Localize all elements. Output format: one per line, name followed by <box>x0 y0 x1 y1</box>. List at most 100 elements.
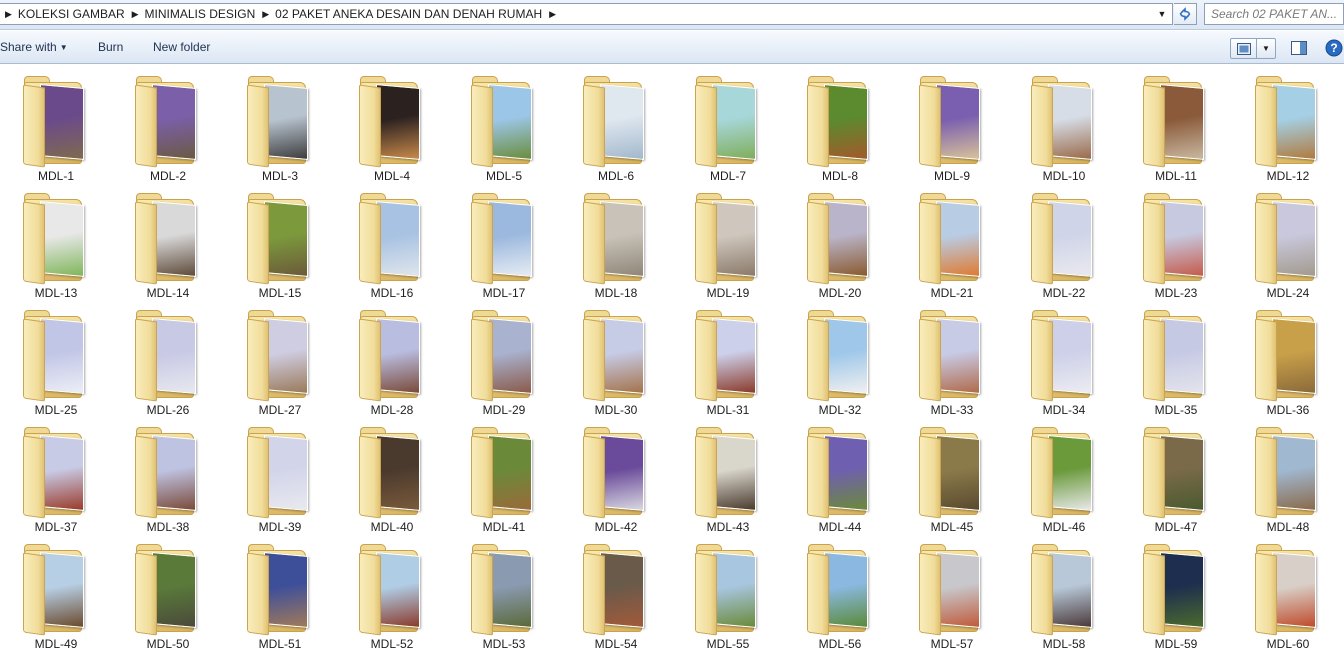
folder-name: MDL-4 <box>373 169 410 183</box>
folder-icon <box>692 74 764 168</box>
folder-item[interactable]: MDL-23 <box>1120 185 1232 302</box>
folder-item[interactable]: MDL-59 <box>1120 536 1232 653</box>
share-with-label: Share with <box>0 40 57 54</box>
folder-item[interactable]: MDL-9 <box>896 68 1008 185</box>
folder-thumbnail <box>824 201 868 277</box>
folder-icon <box>804 74 876 168</box>
folder-item[interactable]: MDL-58 <box>1008 536 1120 653</box>
folder-item[interactable]: MDL-43 <box>672 419 784 536</box>
folder-item[interactable]: MDL-2 <box>112 68 224 185</box>
folder-item[interactable]: MDL-38 <box>112 419 224 536</box>
folder-item[interactable]: MDL-37 <box>0 419 112 536</box>
folder-item[interactable]: MDL-26 <box>112 302 224 419</box>
folder-item[interactable]: MDL-17 <box>448 185 560 302</box>
folder-name: MDL-18 <box>594 286 638 300</box>
folder-item[interactable]: MDL-49 <box>0 536 112 653</box>
breadcrumb-separator-icon[interactable]: ▶ <box>256 9 274 20</box>
folder-item[interactable]: MDL-54 <box>560 536 672 653</box>
folder-thumbnail <box>600 435 644 511</box>
folder-item[interactable]: MDL-10 <box>1008 68 1120 185</box>
folder-item[interactable]: MDL-3 <box>224 68 336 185</box>
new-folder-button[interactable]: New folder <box>153 40 210 54</box>
preview-pane-button[interactable] <box>1290 40 1308 56</box>
chevron-down-icon[interactable]: ▼ <box>1257 44 1275 53</box>
folder-item[interactable]: MDL-15 <box>224 185 336 302</box>
breadcrumb-item-minimalis-design[interactable]: MINIMALIS DESIGN <box>144 7 257 21</box>
folder-thumbnail <box>264 318 308 394</box>
folder-item[interactable]: MDL-42 <box>560 419 672 536</box>
breadcrumb-separator-icon[interactable]: ▶ <box>543 9 561 20</box>
folder-icon <box>804 308 876 402</box>
folder-item[interactable]: MDL-39 <box>224 419 336 536</box>
breadcrumb-item-koleksi-gambar[interactable]: KOLEKSI GAMBAR <box>17 7 126 21</box>
folder-item[interactable]: MDL-41 <box>448 419 560 536</box>
breadcrumb-item-current-folder[interactable]: 02 PAKET ANEKA DESAIN DAN DENAH RUMAH <box>274 7 543 21</box>
folder-item[interactable]: MDL-11 <box>1120 68 1232 185</box>
breadcrumb-separator-icon[interactable]: ▶ <box>126 9 144 20</box>
folder-thumbnail <box>824 552 868 628</box>
folder-item[interactable]: MDL-20 <box>784 185 896 302</box>
folder-item[interactable]: MDL-1 <box>0 68 112 185</box>
folder-item[interactable]: MDL-29 <box>448 302 560 419</box>
folder-item[interactable]: MDL-27 <box>224 302 336 419</box>
folder-item[interactable]: MDL-5 <box>448 68 560 185</box>
folder-item[interactable]: MDL-55 <box>672 536 784 653</box>
folder-item[interactable]: MDL-18 <box>560 185 672 302</box>
folder-item[interactable]: MDL-32 <box>784 302 896 419</box>
folder-item[interactable]: MDL-31 <box>672 302 784 419</box>
folder-item[interactable]: MDL-12 <box>1232 68 1344 185</box>
folder-name: MDL-8 <box>821 169 858 183</box>
folder-item[interactable]: MDL-30 <box>560 302 672 419</box>
folder-item[interactable]: MDL-57 <box>896 536 1008 653</box>
folder-view[interactable]: MDL-1 MDL-2 MDL-3 MDL-4 MDL-5 MDL-6 MDL-7 MDL-8… <box>0 65 1344 666</box>
change-view-icon[interactable] <box>1231 39 1257 58</box>
folder-item[interactable]: MDL-6 <box>560 68 672 185</box>
share-with-button[interactable]: Share with ▼ <box>0 40 68 54</box>
folder-icon <box>244 191 316 285</box>
folder-item[interactable]: MDL-53 <box>448 536 560 653</box>
folder-thumbnail <box>40 318 84 394</box>
folder-item[interactable]: MDL-28 <box>336 302 448 419</box>
folder-item[interactable]: MDL-22 <box>1008 185 1120 302</box>
folder-item[interactable]: MDL-36 <box>1232 302 1344 419</box>
folder-item[interactable]: MDL-48 <box>1232 419 1344 536</box>
folder-item[interactable]: MDL-21 <box>896 185 1008 302</box>
folder-item[interactable]: MDL-52 <box>336 536 448 653</box>
folder-item[interactable]: MDL-44 <box>784 419 896 536</box>
breadcrumb[interactable]: ▶ KOLEKSI GAMBAR ▶ MINIMALIS DESIGN ▶ 02… <box>0 3 1173 25</box>
folder-item[interactable]: MDL-47 <box>1120 419 1232 536</box>
folder-item[interactable]: MDL-51 <box>224 536 336 653</box>
folder-item[interactable]: MDL-4 <box>336 68 448 185</box>
folder-item[interactable]: MDL-60 <box>1232 536 1344 653</box>
folder-item[interactable]: MDL-19 <box>672 185 784 302</box>
folder-item[interactable]: MDL-34 <box>1008 302 1120 419</box>
search-input[interactable]: Search 02 PAKET AN... <box>1204 3 1344 25</box>
refresh-button[interactable] <box>1174 3 1197 25</box>
folder-item[interactable]: MDL-46 <box>1008 419 1120 536</box>
folder-item[interactable]: MDL-56 <box>784 536 896 653</box>
folder-item[interactable]: MDL-45 <box>896 419 1008 536</box>
change-view-button[interactable]: ▼ <box>1230 38 1276 59</box>
folder-item[interactable]: MDL-25 <box>0 302 112 419</box>
folder-item[interactable]: MDL-16 <box>336 185 448 302</box>
folder-name: MDL-56 <box>818 637 862 651</box>
folder-thumbnail <box>712 435 756 511</box>
folder-item[interactable]: MDL-33 <box>896 302 1008 419</box>
folder-name: MDL-44 <box>818 520 862 534</box>
folder-icon <box>1140 308 1212 402</box>
folder-item[interactable]: MDL-7 <box>672 68 784 185</box>
folder-icon <box>468 542 540 636</box>
address-history-dropdown[interactable]: ▼ <box>1154 6 1170 22</box>
refresh-icon <box>1179 7 1191 21</box>
breadcrumb-separator-icon[interactable]: ▶ <box>0 9 17 20</box>
help-button[interactable]: ? <box>1325 39 1343 57</box>
folder-item[interactable]: MDL-14 <box>112 185 224 302</box>
folder-item[interactable]: MDL-50 <box>112 536 224 653</box>
folder-item[interactable]: MDL-40 <box>336 419 448 536</box>
folder-name: MDL-27 <box>258 403 302 417</box>
burn-button[interactable]: Burn <box>98 40 123 54</box>
folder-item[interactable]: MDL-8 <box>784 68 896 185</box>
folder-item[interactable]: MDL-35 <box>1120 302 1232 419</box>
folder-item[interactable]: MDL-24 <box>1232 185 1344 302</box>
folder-item[interactable]: MDL-13 <box>0 185 112 302</box>
